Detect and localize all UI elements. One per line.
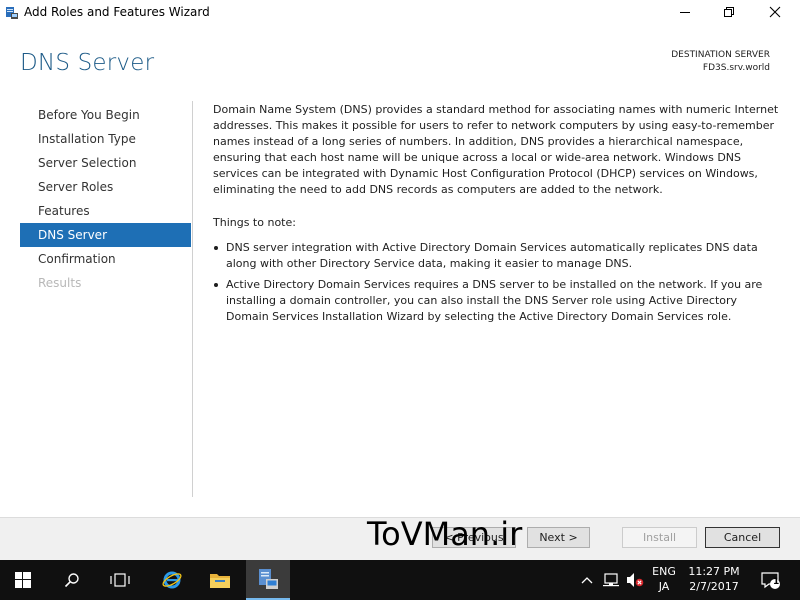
chevron-up-icon: [581, 577, 593, 584]
nav-item-server-roles[interactable]: Server Roles: [20, 175, 191, 199]
server-manager-icon: [5, 5, 19, 19]
clock-date: 2/7/2017: [689, 580, 739, 593]
show-hidden-icons-button[interactable]: [578, 560, 596, 600]
notification-count: 1: [773, 577, 780, 587]
destination-server-name: FD3S.srv.world: [702, 63, 770, 73]
input-language-indicator[interactable]: ENG JA: [648, 564, 680, 594]
taskbar: ENG JA 11:27 PM 2/7/2017 1: [0, 560, 800, 600]
internet-explorer-button[interactable]: [150, 560, 194, 600]
server-manager-icon: [259, 569, 278, 589]
notes-list: DNS server integration with Active Direc…: [213, 240, 783, 325]
volume-button[interactable]: [624, 560, 646, 600]
watermark-text: ToVMan.ir: [367, 515, 523, 553]
nav-divider: [192, 101, 193, 497]
clock-time: 11:27 PM: [688, 565, 740, 578]
wizard-nav: Before You Begin Installation Type Serve…: [20, 103, 191, 295]
network-icon: [603, 573, 619, 587]
nav-item-before-you-begin[interactable]: Before You Begin: [20, 103, 191, 127]
window-title: Add Roles and Features Wizard: [24, 5, 210, 19]
page-title: DNS Server: [20, 50, 155, 76]
language-code: ENG: [652, 565, 676, 578]
search-icon: [64, 573, 79, 588]
file-explorer-icon: [210, 574, 230, 588]
close-icon: [769, 6, 781, 18]
keyboard-layout: JA: [658, 580, 670, 593]
start-button[interactable]: [0, 560, 46, 600]
nav-item-features[interactable]: Features: [20, 199, 191, 223]
network-button[interactable]: [600, 560, 622, 600]
bullet-icon: [214, 246, 218, 250]
nav-item-dns-server[interactable]: DNS Server: [20, 223, 191, 247]
internet-explorer-icon: [162, 571, 182, 589]
server-manager-taskbar-button[interactable]: [246, 560, 290, 600]
restore-button[interactable]: [706, 0, 752, 24]
window-title-bar[interactable]: Add Roles and Features Wizard: [0, 0, 800, 24]
file-explorer-button[interactable]: [198, 560, 242, 600]
list-item: DNS server integration with Active Direc…: [213, 240, 783, 272]
task-view-button[interactable]: [98, 560, 142, 600]
task-view-icon: [110, 573, 130, 587]
clock[interactable]: 11:27 PM 2/7/2017: [684, 564, 744, 594]
nav-item-confirmation[interactable]: Confirmation: [20, 247, 191, 271]
volume-muted-icon: [627, 573, 644, 587]
next-button[interactable]: Next >: [527, 527, 590, 548]
list-item: Active Directory Domain Services require…: [213, 277, 783, 325]
restore-icon: [724, 7, 734, 17]
nav-item-server-selection[interactable]: Server Selection: [20, 151, 191, 175]
intro-paragraph: Domain Name System (DNS) provides a stan…: [213, 103, 779, 196]
cancel-button[interactable]: Cancel: [705, 527, 780, 548]
bullet-icon: [214, 283, 218, 287]
search-button[interactable]: [50, 560, 94, 600]
things-to-note-heading: Things to note:: [213, 216, 296, 229]
minimize-button[interactable]: [662, 0, 708, 24]
start-icon: [15, 572, 31, 588]
nav-item-results: Results: [38, 276, 82, 290]
install-button: Install: [622, 527, 697, 548]
action-center-button[interactable]: 1: [754, 560, 786, 600]
nav-item-installation-type[interactable]: Installation Type: [20, 127, 191, 151]
minimize-icon: [680, 12, 690, 13]
main-content: Domain Name System (DNS) provides a stan…: [213, 102, 783, 330]
destination-server-label: DESTINATION SERVER: [671, 50, 770, 60]
close-button[interactable]: [752, 0, 798, 24]
